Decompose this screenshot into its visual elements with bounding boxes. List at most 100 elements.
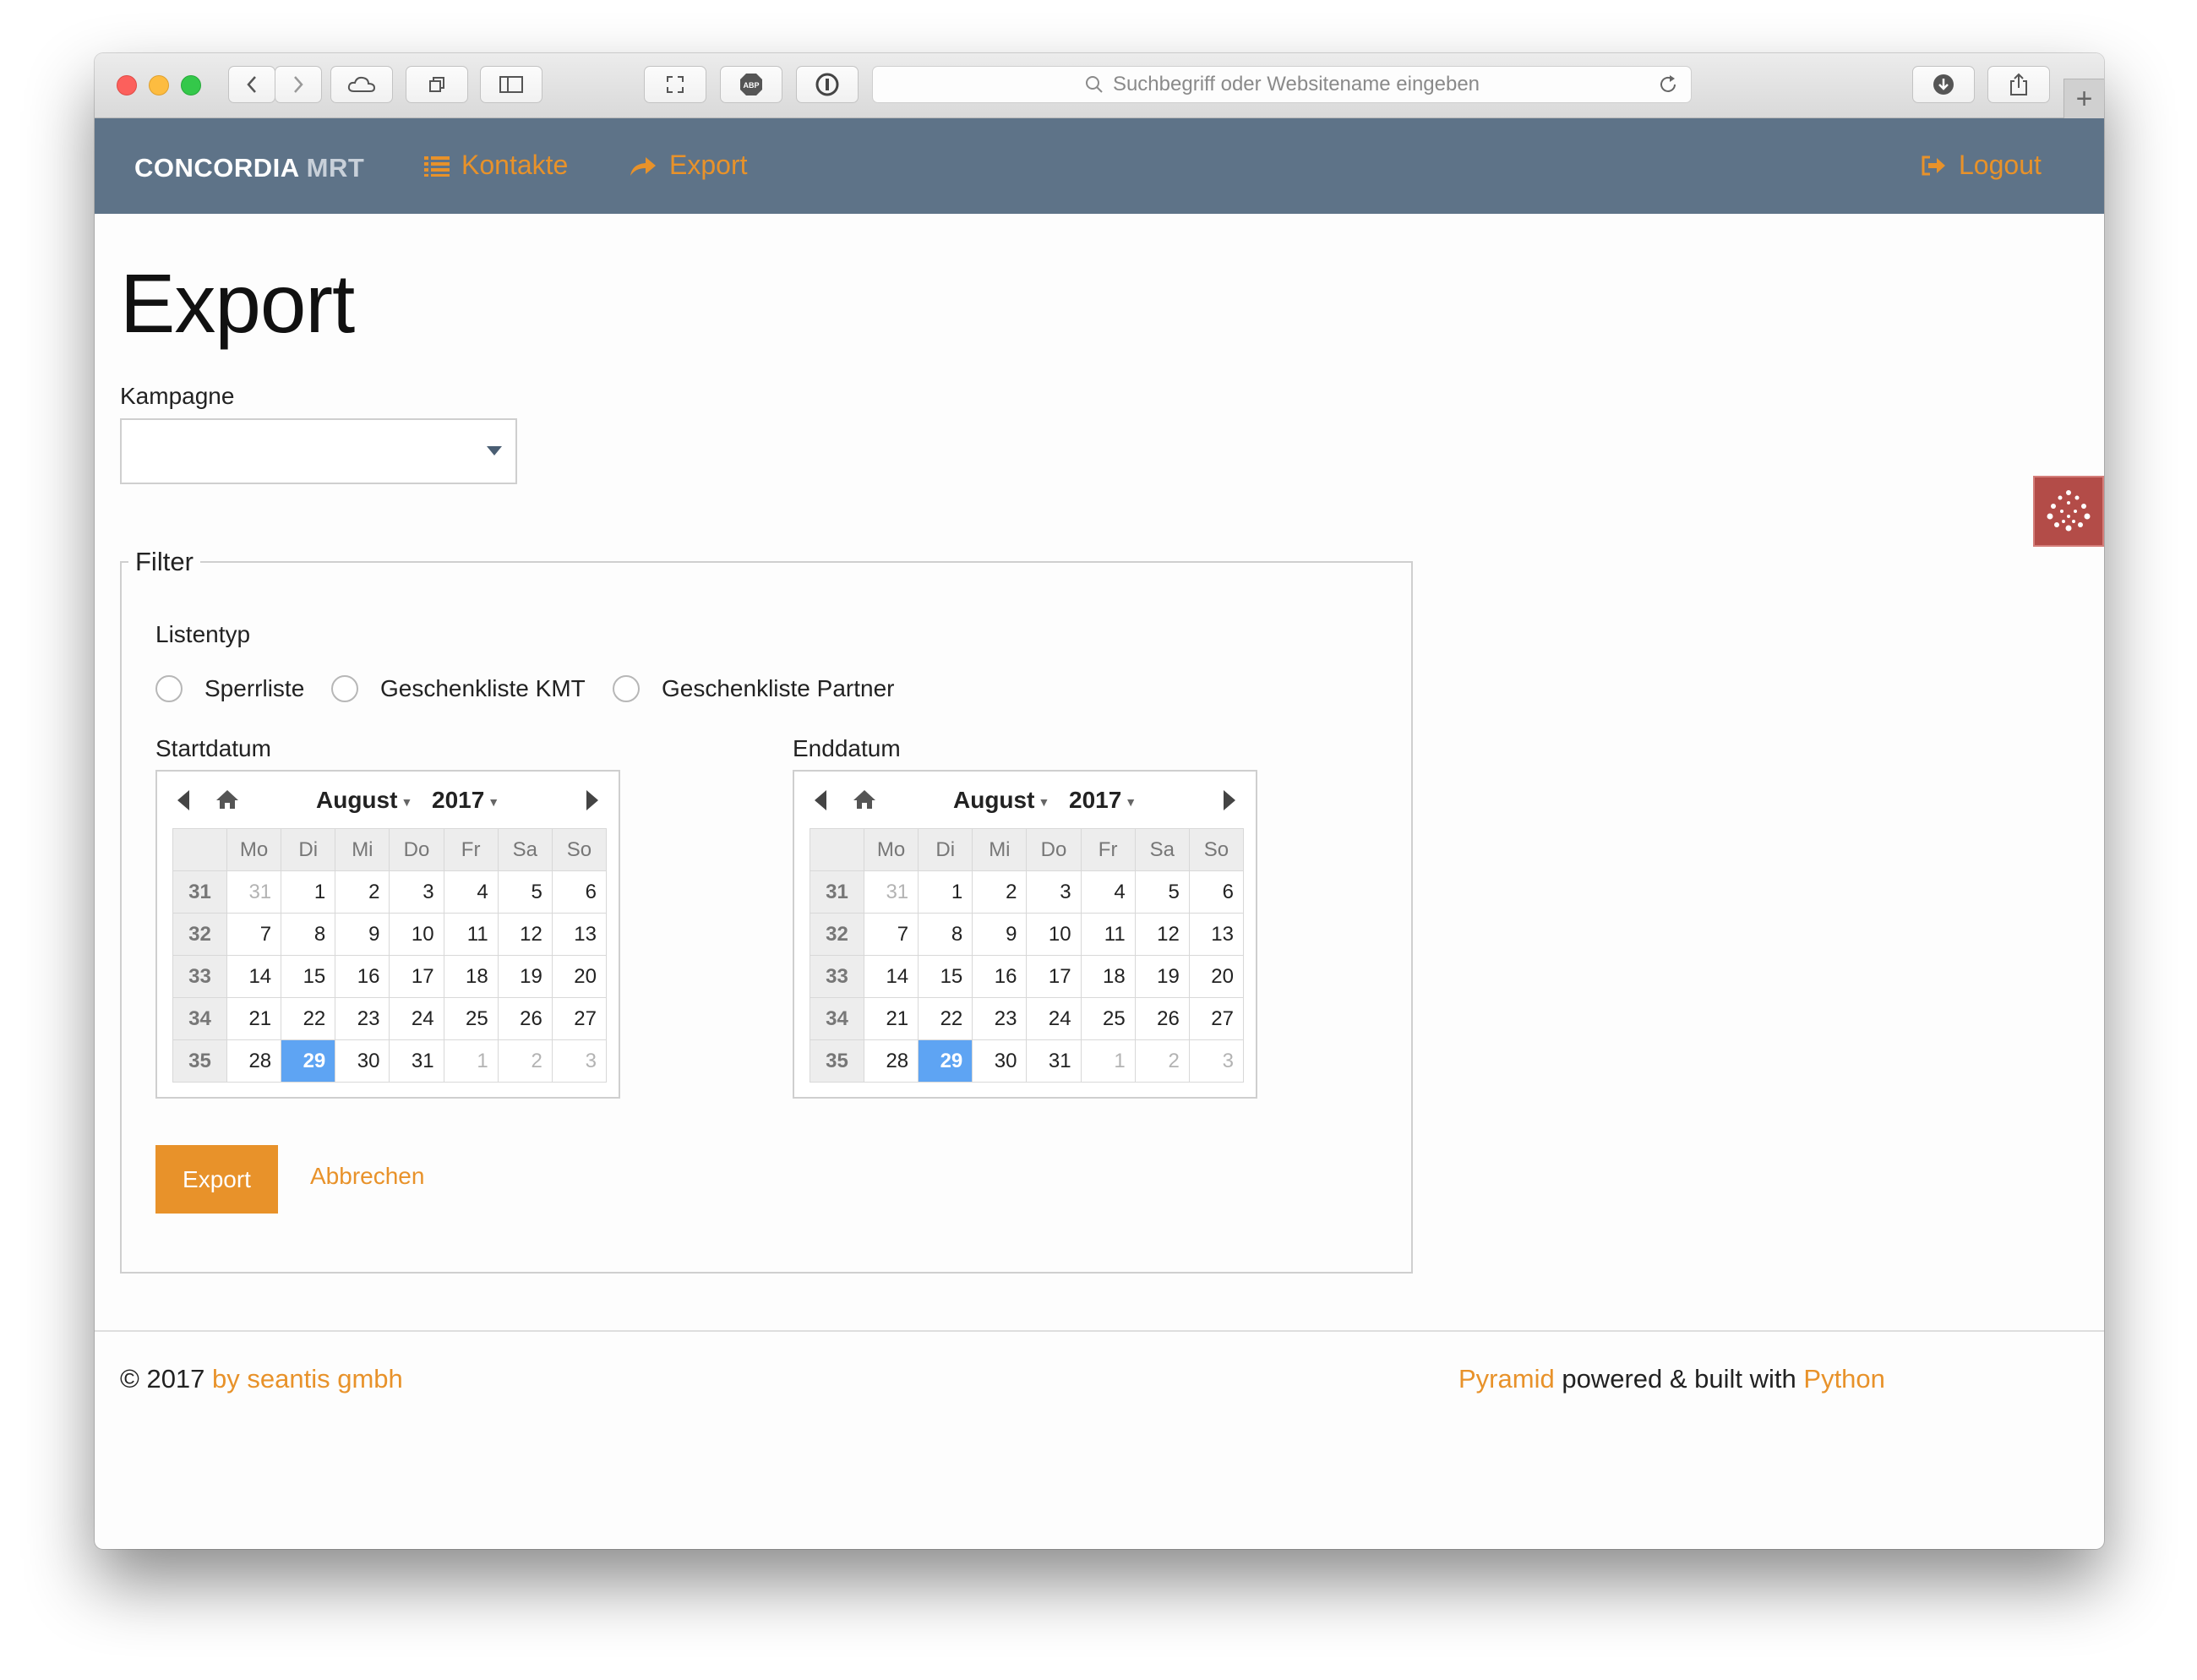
calendar-day[interactable]: 6 — [1188, 870, 1245, 914]
calendar-day[interactable]: 10 — [389, 913, 444, 956]
calendar-day[interactable]: 18 — [443, 955, 499, 998]
zoom-window-button[interactable] — [181, 75, 201, 95]
pyramid-link[interactable]: Pyramid — [1458, 1364, 1555, 1394]
calendar-day[interactable]: 18 — [1080, 955, 1136, 998]
calendar-day[interactable]: 15 — [918, 955, 973, 998]
calendar-day[interactable]: 2 — [497, 1039, 553, 1083]
calendar-day[interactable]: 3 — [1026, 870, 1082, 914]
calendar-day[interactable]: 10 — [1026, 913, 1082, 956]
calendar-day[interactable]: 9 — [972, 913, 1028, 956]
calendar-day[interactable]: 13 — [551, 913, 608, 956]
calendar-day[interactable]: 2 — [335, 870, 390, 914]
export-button[interactable]: Export — [155, 1145, 278, 1214]
calendar-day[interactable]: 7 — [863, 913, 919, 956]
calendar-day[interactable]: 1 — [918, 870, 973, 914]
year-dropdown[interactable]: 2017 ▼ — [432, 787, 499, 814]
calendar-day[interactable]: 1 — [1080, 1039, 1136, 1083]
calendar-day[interactable]: 3 — [551, 1039, 608, 1083]
calendar-day[interactable]: 28 — [863, 1039, 919, 1083]
calendar-day[interactable]: 19 — [497, 955, 553, 998]
icloud-tabs-button[interactable] — [330, 66, 393, 103]
calendar-day[interactable]: 11 — [1080, 913, 1136, 956]
calendar-day[interactable]: 3 — [389, 870, 444, 914]
calendar-day[interactable]: 9 — [335, 913, 390, 956]
calendar-day[interactable]: 27 — [551, 997, 608, 1040]
radio-geschenkliste-kmt[interactable]: Geschenkliste KMT — [331, 675, 586, 702]
calendar-day[interactable]: 3 — [1188, 1039, 1245, 1083]
radio-geschenkliste-partner[interactable]: Geschenkliste Partner — [613, 675, 894, 702]
calendar-day[interactable]: 26 — [497, 997, 553, 1040]
calendar-day[interactable]: 31 — [226, 870, 282, 914]
calendar-day[interactable]: 22 — [918, 997, 973, 1040]
calendar-day[interactable]: 25 — [1080, 997, 1136, 1040]
nav-kontakte[interactable]: Kontakte — [424, 150, 568, 181]
calendar-day[interactable]: 11 — [443, 913, 499, 956]
share-button[interactable] — [1987, 66, 2050, 103]
calendar-day[interactable]: 26 — [1134, 997, 1190, 1040]
close-window-button[interactable] — [117, 75, 137, 95]
calendar-day[interactable]: 1 — [443, 1039, 499, 1083]
calendar-day[interactable]: 12 — [497, 913, 553, 956]
calendar-day[interactable]: 31 — [389, 1039, 444, 1083]
calendar-day[interactable]: 1 — [281, 870, 336, 914]
calendar-day[interactable]: 2 — [1134, 1039, 1190, 1083]
feedback-widget-button[interactable] — [2033, 476, 2104, 547]
calendar-day[interactable]: 22 — [281, 997, 336, 1040]
adblock-button[interactable]: ABP — [720, 66, 782, 103]
minimize-window-button[interactable] — [149, 75, 169, 95]
password-manager-button[interactable] — [796, 66, 859, 103]
next-month-icon[interactable] — [1224, 790, 1235, 810]
calendar-day[interactable]: 21 — [863, 997, 919, 1040]
calendar-day[interactable]: 8 — [281, 913, 336, 956]
calendar-day[interactable]: 17 — [1026, 955, 1082, 998]
calendar-day[interactable]: 5 — [1134, 870, 1190, 914]
calendar-day[interactable]: 8 — [918, 913, 973, 956]
calendar-day[interactable]: 23 — [972, 997, 1028, 1040]
cancel-link[interactable]: Abbrechen — [310, 1163, 424, 1190]
calendar-day[interactable]: 27 — [1188, 997, 1245, 1040]
calendar-day[interactable]: 16 — [335, 955, 390, 998]
calendar-day[interactable]: 12 — [1134, 913, 1190, 956]
calendar-day[interactable]: 16 — [972, 955, 1028, 998]
python-link[interactable]: Python — [1803, 1364, 1885, 1394]
calendar-day[interactable]: 30 — [972, 1039, 1028, 1083]
radio-sperrliste[interactable]: Sperrliste — [155, 675, 304, 702]
calendar-day[interactable]: 24 — [1026, 997, 1082, 1040]
month-dropdown[interactable]: August ▼ — [953, 787, 1049, 814]
nav-logout[interactable]: Logout — [1920, 150, 2042, 181]
forward-button[interactable] — [275, 66, 322, 103]
calendar-day[interactable]: 23 — [335, 997, 390, 1040]
company-link[interactable]: by seantis gmbh — [212, 1364, 403, 1394]
calendar-day[interactable]: 20 — [1188, 955, 1245, 998]
calendar-day[interactable]: 17 — [389, 955, 444, 998]
calendar-day[interactable]: 31 — [1026, 1039, 1082, 1083]
address-bar[interactable]: Suchbegriff oder Websitename eingeben — [872, 66, 1692, 103]
fullscreen-button[interactable] — [644, 66, 706, 103]
home-icon[interactable] — [215, 788, 240, 810]
calendar-day[interactable]: 25 — [443, 997, 499, 1040]
previous-month-icon[interactable] — [815, 790, 826, 810]
previous-month-icon[interactable] — [177, 790, 189, 810]
nav-export[interactable]: Export — [629, 150, 747, 181]
tabs-overview-button[interactable] — [406, 66, 468, 103]
calendar-day[interactable]: 5 — [497, 870, 553, 914]
calendar-day[interactable]: 14 — [226, 955, 282, 998]
calendar-day[interactable]: 14 — [863, 955, 919, 998]
calendar-day[interactable]: 24 — [389, 997, 444, 1040]
month-dropdown[interactable]: August ▼ — [316, 787, 412, 814]
home-icon[interactable] — [852, 788, 877, 810]
brand-logo[interactable]: CONCORDIA MRT — [134, 153, 364, 183]
calendar-day[interactable]: 20 — [551, 955, 608, 998]
calendar-day[interactable]: 13 — [1188, 913, 1245, 956]
calendar-day[interactable]: 31 — [863, 870, 919, 914]
radio-circle[interactable] — [613, 675, 640, 702]
back-button[interactable] — [228, 66, 275, 103]
calendar-day[interactable]: 28 — [226, 1039, 282, 1083]
calendar-day-selected[interactable]: 29 — [281, 1039, 336, 1083]
new-tab-button[interactable]: + — [2063, 79, 2104, 118]
radio-circle[interactable] — [331, 675, 358, 702]
year-dropdown[interactable]: 2017 ▼ — [1069, 787, 1137, 814]
sidebar-button[interactable] — [480, 66, 542, 103]
calendar-day-selected[interactable]: 29 — [918, 1039, 973, 1083]
calendar-day[interactable]: 4 — [1080, 870, 1136, 914]
